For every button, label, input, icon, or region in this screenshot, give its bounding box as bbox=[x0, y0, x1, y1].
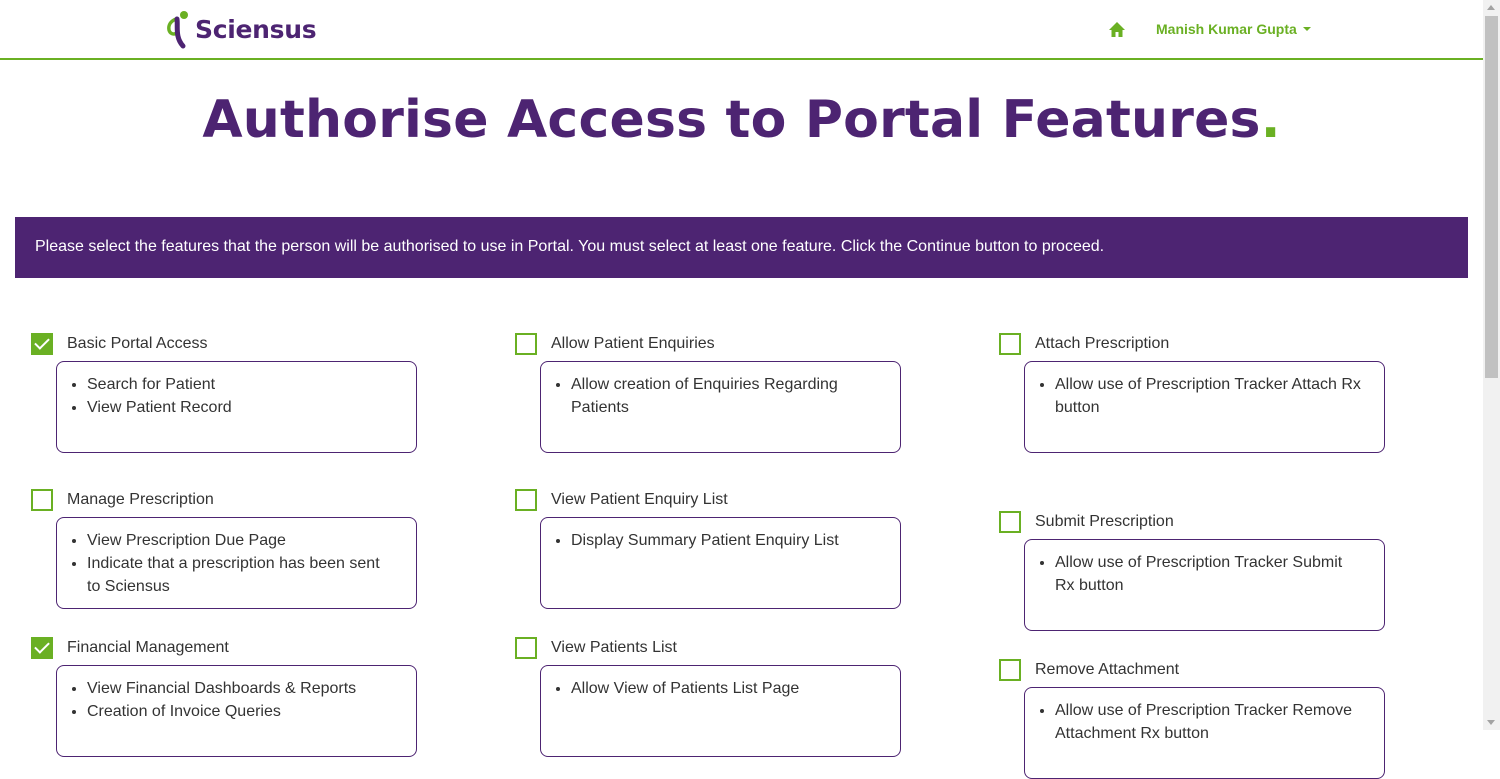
feature-item: View Financial Dashboards & Reports bbox=[87, 677, 396, 700]
sciensus-logo-icon bbox=[167, 11, 188, 49]
feature-header[interactable]: Attach Prescription bbox=[999, 333, 1371, 355]
sciensus-logo[interactable]: Sciensus bbox=[163, 8, 317, 50]
feature-description-box: Allow View of Patients List Page bbox=[540, 665, 901, 757]
feature-header[interactable]: Allow Patient Enquiries bbox=[515, 333, 887, 355]
feature-manage-prescription: Manage Prescription View Prescription Du… bbox=[31, 489, 417, 609]
top-navbar: Sciensus Manish Kumar Gupta bbox=[0, 0, 1483, 60]
feature-description-box: Allow use of Prescription Tracker Attach… bbox=[1024, 361, 1385, 453]
page-scrollbar[interactable] bbox=[1483, 0, 1500, 730]
feature-items: View Prescription Due Page Indicate that… bbox=[69, 529, 396, 598]
feature-header[interactable]: Manage Prescription bbox=[31, 489, 403, 511]
instructions-text: Please select the features that the pers… bbox=[35, 238, 1105, 255]
scroll-up-arrow-icon[interactable] bbox=[1487, 5, 1495, 10]
feature-item: Display Summary Patient Enquiry List bbox=[571, 529, 880, 552]
feature-title: View Patients List bbox=[551, 639, 677, 656]
feature-items: Allow use of Prescription Tracker Remove… bbox=[1037, 699, 1364, 745]
feature-title: Financial Management bbox=[67, 639, 229, 656]
feature-header[interactable]: Remove Attachment bbox=[999, 659, 1371, 681]
feature-items: Allow use of Prescription Tracker Submit… bbox=[1037, 551, 1364, 597]
feature-description-box: View Financial Dashboards & Reports Crea… bbox=[56, 665, 417, 757]
feature-item: View Patient Record bbox=[87, 396, 396, 419]
feature-view-patient-enquiry-list: View Patient Enquiry List Display Summar… bbox=[515, 489, 901, 609]
checkbox-view-patients-list[interactable] bbox=[515, 637, 537, 659]
feature-header[interactable]: Submit Prescription bbox=[999, 511, 1371, 533]
checkbox-submit-prescription[interactable] bbox=[999, 511, 1021, 533]
page-title: Authorise Access to Portal Features. bbox=[0, 90, 1483, 150]
home-icon[interactable] bbox=[1108, 21, 1126, 39]
feature-header[interactable]: Basic Portal Access bbox=[31, 333, 403, 355]
feature-submit-prescription: Submit Prescription Allow use of Prescri… bbox=[999, 511, 1385, 631]
feature-items: View Financial Dashboards & Reports Crea… bbox=[69, 677, 396, 723]
feature-title: Basic Portal Access bbox=[67, 335, 208, 352]
user-name: Manish Kumar Gupta bbox=[1156, 21, 1297, 37]
page-title-text: Authorise Access to Portal Features bbox=[202, 90, 1261, 150]
feature-title: Attach Prescription bbox=[1035, 335, 1170, 352]
page-title-dot: . bbox=[1260, 90, 1281, 150]
feature-title: Remove Attachment bbox=[1035, 661, 1180, 678]
checkbox-view-patient-enquiry-list[interactable] bbox=[515, 489, 537, 511]
feature-title: Submit Prescription bbox=[1035, 513, 1174, 530]
feature-view-patients-list: View Patients List Allow View of Patient… bbox=[515, 637, 901, 757]
feature-financial-management: Financial Management View Financial Dash… bbox=[31, 637, 417, 757]
feature-items: Search for Patient View Patient Record bbox=[69, 373, 396, 419]
checkbox-financial-management[interactable] bbox=[31, 637, 53, 659]
scrollbar-thumb[interactable] bbox=[1485, 16, 1498, 378]
feature-attach-prescription: Attach Prescription Allow use of Prescri… bbox=[999, 333, 1385, 453]
checkbox-remove-attachment[interactable] bbox=[999, 659, 1021, 681]
feature-item: Allow creation of Enquiries Regarding Pa… bbox=[571, 373, 880, 419]
caret-down-icon bbox=[1302, 27, 1311, 31]
feature-basic-portal-access: Basic Portal Access Search for Patient V… bbox=[31, 333, 417, 453]
feature-title: View Patient Enquiry List bbox=[551, 491, 728, 508]
feature-items: Allow View of Patients List Page bbox=[553, 677, 880, 700]
feature-header[interactable]: Financial Management bbox=[31, 637, 403, 659]
feature-item: Search for Patient bbox=[87, 373, 396, 396]
instructions-banner: Please select the features that the pers… bbox=[15, 217, 1468, 278]
feature-item: Allow use of Prescription Tracker Attach… bbox=[1055, 373, 1364, 419]
user-menu-dropdown[interactable]: Manish Kumar Gupta bbox=[1156, 21, 1311, 37]
feature-item: Allow use of Prescription Tracker Remove… bbox=[1055, 699, 1364, 745]
checkbox-manage-prescription[interactable] bbox=[31, 489, 53, 511]
logo-wordmark: Sciensus bbox=[195, 14, 317, 44]
checkbox-allow-patient-enquiries[interactable] bbox=[515, 333, 537, 355]
feature-items: Allow use of Prescription Tracker Attach… bbox=[1037, 373, 1364, 419]
feature-title: Manage Prescription bbox=[67, 491, 214, 508]
checkbox-attach-prescription[interactable] bbox=[999, 333, 1021, 355]
feature-items: Allow creation of Enquiries Regarding Pa… bbox=[553, 373, 880, 419]
feature-items: Display Summary Patient Enquiry List bbox=[553, 529, 880, 552]
feature-item: Allow use of Prescription Tracker Submit… bbox=[1055, 551, 1364, 597]
feature-item: View Prescription Due Page bbox=[87, 529, 396, 552]
feature-item: Indicate that a prescription has been se… bbox=[87, 552, 396, 598]
feature-header[interactable]: View Patient Enquiry List bbox=[515, 489, 887, 511]
feature-description-box: Allow use of Prescription Tracker Submit… bbox=[1024, 539, 1385, 631]
scroll-down-arrow-icon[interactable] bbox=[1487, 720, 1495, 725]
feature-description-box: Allow creation of Enquiries Regarding Pa… bbox=[540, 361, 901, 453]
checkbox-basic-portal-access[interactable] bbox=[31, 333, 53, 355]
feature-title: Allow Patient Enquiries bbox=[551, 335, 715, 352]
feature-item: Allow View of Patients List Page bbox=[571, 677, 880, 700]
feature-description-box: View Prescription Due Page Indicate that… bbox=[56, 517, 417, 609]
feature-remove-attachment: Remove Attachment Allow use of Prescript… bbox=[999, 659, 1385, 779]
feature-description-box: Allow use of Prescription Tracker Remove… bbox=[1024, 687, 1385, 779]
feature-description-box: Search for Patient View Patient Record bbox=[56, 361, 417, 453]
feature-header[interactable]: View Patients List bbox=[515, 637, 887, 659]
feature-description-box: Display Summary Patient Enquiry List bbox=[540, 517, 901, 609]
feature-item: Creation of Invoice Queries bbox=[87, 700, 396, 723]
feature-allow-patient-enquiries: Allow Patient Enquiries Allow creation o… bbox=[515, 333, 901, 453]
